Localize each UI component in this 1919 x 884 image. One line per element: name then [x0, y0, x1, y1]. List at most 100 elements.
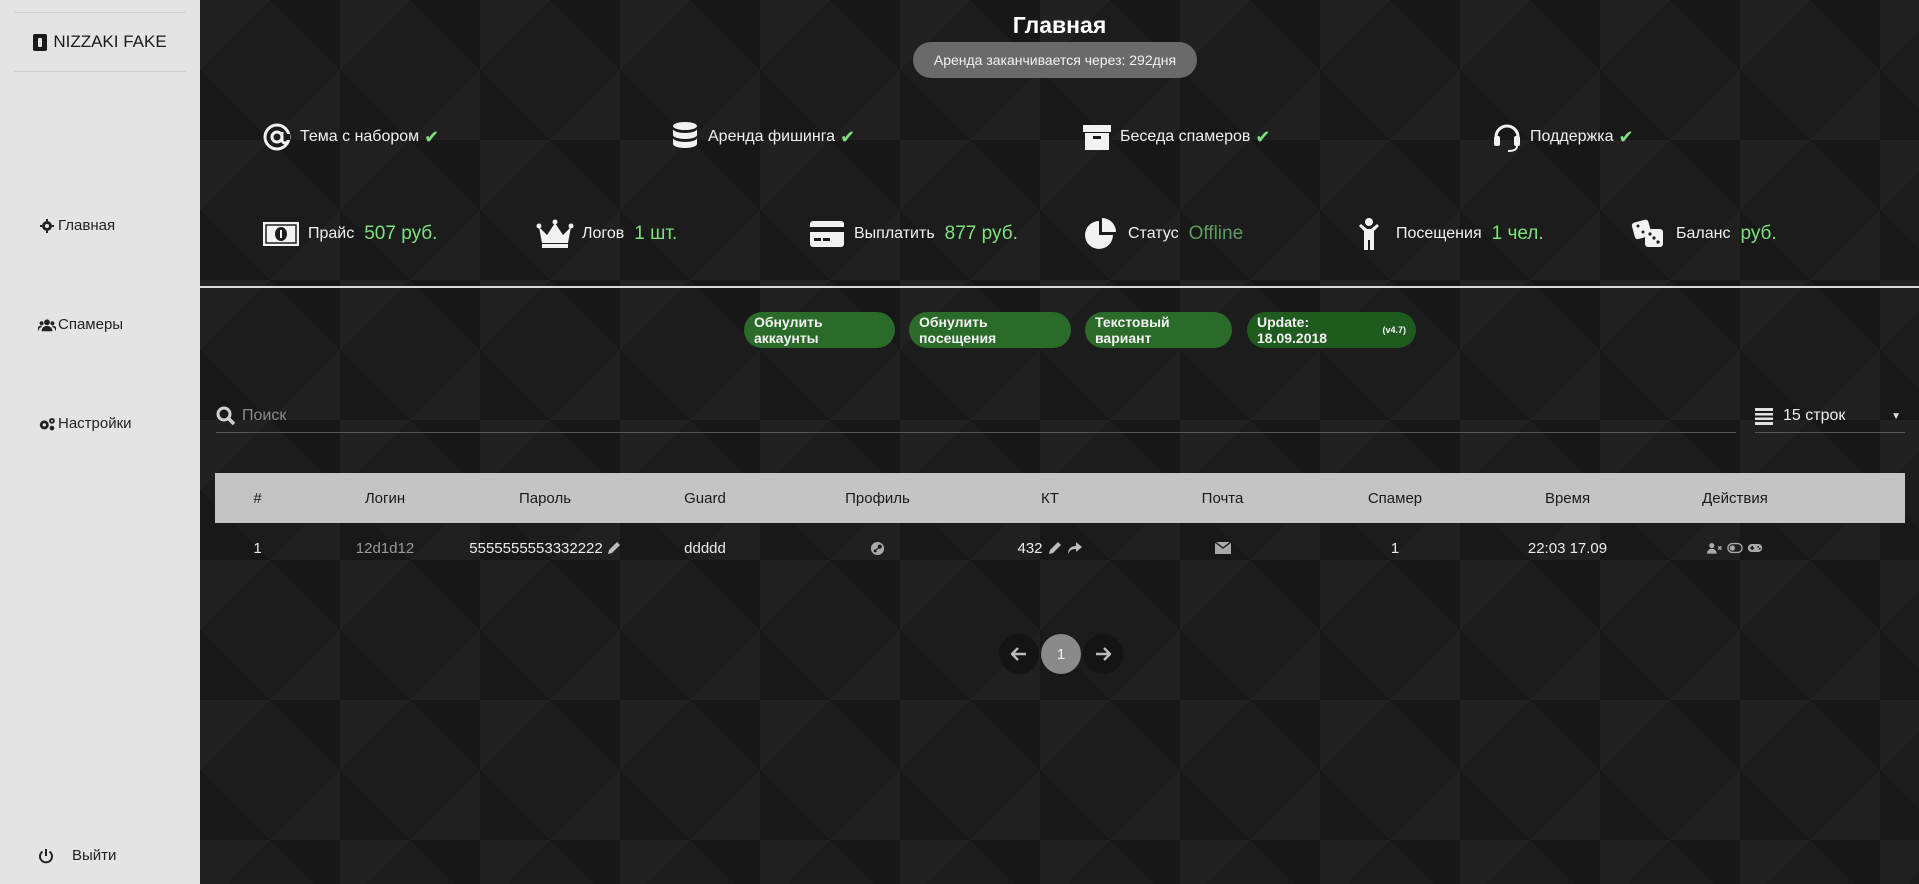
feature-theme: Тема с набором ✔ [262, 122, 439, 152]
main-content: Главная Аренда заканчивается через: 292д… [200, 0, 1919, 884]
feature-label: Аренда фишинга [708, 128, 836, 145]
row-kt-cell: 432 [965, 540, 1135, 557]
at-icon [262, 122, 292, 152]
stat-label: Прайс [308, 225, 355, 242]
stat-visits: Посещения 1 чел. [1350, 218, 1544, 250]
user-remove-icon[interactable] [1707, 540, 1723, 556]
pencil-icon[interactable] [607, 540, 621, 556]
arrow-left-icon [1011, 647, 1026, 661]
row-spammer: 1 [1390, 539, 1400, 557]
stat-value: 877 руб. [944, 223, 1018, 244]
person-icon [1350, 218, 1388, 250]
brand[interactable]: NIZZAKI FAKE [14, 12, 186, 72]
steam-icon[interactable] [870, 540, 886, 556]
row-password-cell: 5555555553332222 [469, 539, 621, 557]
prev-page-button[interactable] [999, 634, 1039, 674]
stat-label: Выплатить [854, 225, 935, 242]
stat-label: Логов [582, 225, 625, 242]
money-icon [262, 218, 300, 250]
table-row: 1 12d1d12 5555555553332222 ddddd 432 1 2… [215, 523, 1905, 573]
update-label: Update: 18.09.2018 [1257, 314, 1328, 346]
rows-per-page-select[interactable]: 15 строк ▼ [1755, 400, 1905, 433]
row-login: 12d1d12 [355, 539, 415, 557]
brand-name: NIZZAKI FAKE [53, 32, 167, 51]
logout-label: Выйти [72, 847, 117, 864]
row-mail-cell [1135, 540, 1310, 556]
row-kt: 432 [1017, 539, 1043, 557]
logout-button[interactable]: Выйти [38, 847, 116, 864]
check-icon: ✔ [1618, 126, 1634, 147]
version-label: (v4.7) [1382, 325, 1406, 335]
feature-label: Беседа спамеров [1120, 128, 1251, 145]
column-header[interactable]: Guard [620, 490, 790, 507]
section-divider [200, 286, 1919, 288]
column-header[interactable]: Профиль [790, 490, 965, 507]
caret-down-icon: ▼ [1891, 410, 1901, 422]
sidebar-item-settings[interactable]: Настройки [38, 415, 132, 432]
stat-price: Прайс 507 руб. [262, 218, 437, 250]
search-bar [216, 400, 1736, 433]
check-icon: ✔ [840, 126, 856, 147]
share-icon[interactable] [1067, 540, 1083, 556]
gamepad-icon[interactable] [1747, 540, 1763, 556]
database-icon [670, 122, 700, 152]
feature-label: Тема с набором [300, 128, 420, 145]
pie-chart-icon [1082, 218, 1120, 250]
pagination: 1 [999, 634, 1123, 674]
cogs-icon [39, 417, 55, 430]
column-header[interactable]: Логин [300, 490, 470, 507]
row-password: 5555555553332222 [469, 539, 603, 557]
stat-value: 1 чел. [1491, 223, 1544, 244]
update-button[interactable]: Update: 18.09.2018 (v4.7) [1247, 312, 1416, 348]
stat-value: 1 шт. [634, 223, 678, 244]
reset-accounts-button[interactable]: Обнулить аккаунты [744, 312, 895, 348]
stat-logs: Логов 1 шт. [536, 218, 677, 250]
stat-balance: Баланс руб. [1630, 218, 1777, 250]
search-input[interactable] [242, 407, 1722, 425]
list-icon [1755, 408, 1773, 425]
row-time: 22:03 17.09 [1527, 539, 1608, 557]
archive-icon [1082, 122, 1112, 152]
stat-value: руб. [1740, 223, 1777, 244]
feature-label: Поддержка [1530, 128, 1614, 145]
row-profile-cell [790, 540, 965, 556]
logo-icon [33, 33, 48, 51]
table-header: # Логин Пароль Guard Профиль КТ Почта Сп… [215, 473, 1905, 523]
rent-notice-badge: Аренда заканчивается через: 292дня [913, 42, 1197, 78]
row-actions-cell [1655, 540, 1815, 556]
crown-icon [536, 218, 574, 250]
row-number: 1 [253, 539, 262, 557]
stat-value: Offline [1188, 223, 1244, 244]
pencil-icon[interactable] [1047, 540, 1063, 556]
column-header[interactable]: Время [1480, 490, 1655, 507]
sidebar-item-home[interactable]: Главная [38, 217, 115, 234]
sidebar-item-label: Спамеры [58, 316, 124, 333]
accounts-table: # Логин Пароль Guard Профиль КТ Почта Сп… [215, 473, 1905, 573]
page-title: Главная [1012, 12, 1107, 38]
column-header[interactable]: Действия [1655, 490, 1815, 507]
sidebar-item-label: Настройки [58, 415, 132, 432]
column-header[interactable]: # [215, 490, 300, 507]
envelope-icon[interactable] [1214, 540, 1231, 556]
feature-spammers-chat: Беседа спамеров ✔ [1082, 122, 1270, 152]
column-header[interactable]: КТ [965, 490, 1135, 507]
check-icon: ✔ [1255, 126, 1271, 147]
next-page-button[interactable] [1083, 634, 1123, 674]
power-icon [39, 848, 53, 863]
sidebar-item-label: Главная [58, 217, 116, 234]
column-header[interactable]: Спамер [1310, 490, 1480, 507]
stat-label: Статус [1128, 225, 1179, 242]
users-icon [38, 318, 56, 331]
arrow-right-icon [1096, 647, 1111, 661]
headset-icon [1492, 122, 1522, 152]
page-button-current[interactable]: 1 [1041, 634, 1081, 674]
reset-visits-button[interactable]: Обнулить посещения [909, 312, 1071, 348]
stat-label: Баланс [1676, 225, 1731, 242]
column-header[interactable]: Почта [1135, 490, 1310, 507]
text-variant-button[interactable]: Текстовый вариант [1085, 312, 1232, 348]
toggle-icon[interactable] [1727, 540, 1743, 556]
sidebar-item-spammers[interactable]: Спамеры [38, 316, 123, 333]
feature-support: Поддержка ✔ [1492, 122, 1634, 152]
column-header[interactable]: Пароль [470, 490, 620, 507]
rows-select-value: 15 строк [1783, 407, 1846, 424]
